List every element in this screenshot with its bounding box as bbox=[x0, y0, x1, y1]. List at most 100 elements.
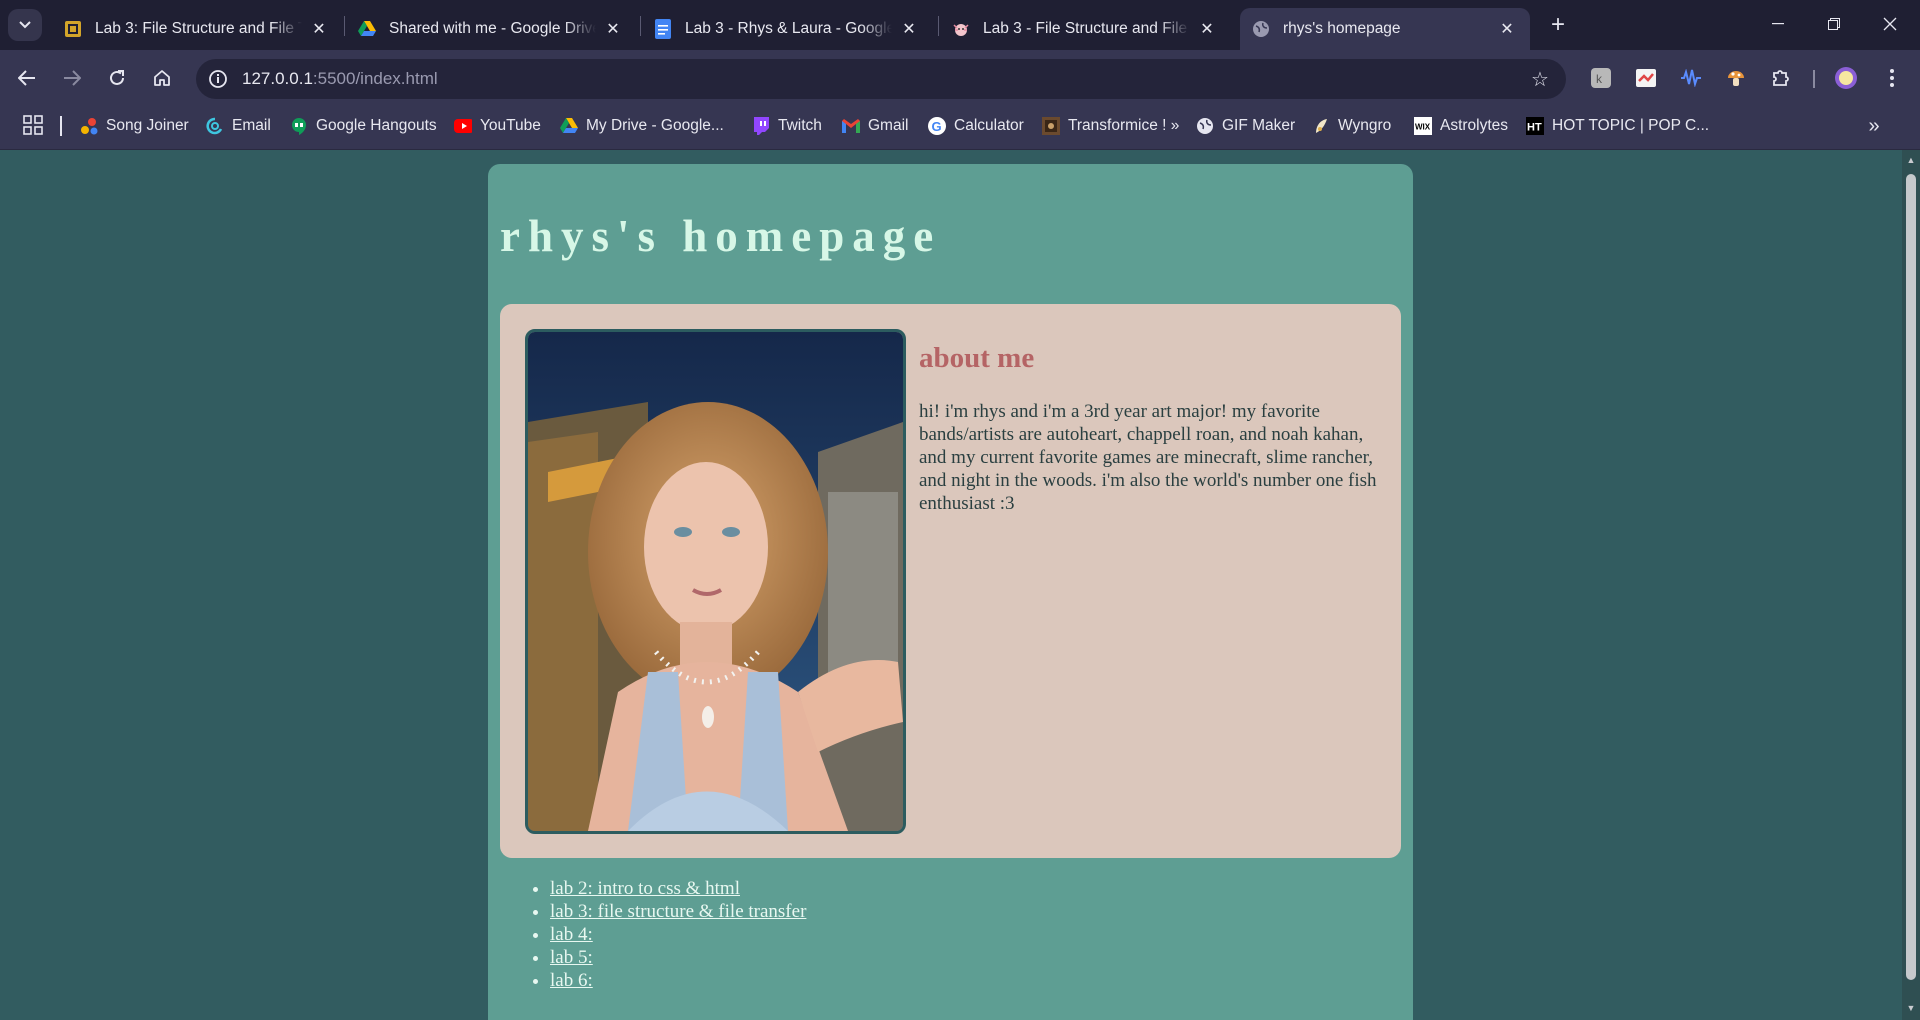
youtube-icon bbox=[454, 117, 472, 135]
mail-icon bbox=[206, 117, 224, 135]
google-drive-icon bbox=[358, 20, 376, 38]
profile-photo bbox=[525, 329, 906, 834]
wyngro-icon bbox=[1312, 117, 1330, 135]
lab-link[interactable]: lab 5: bbox=[550, 947, 593, 968]
tab-lab3-axolotl[interactable]: Lab 3 - File Structure and File Transfer… bbox=[940, 8, 1230, 50]
tab-title: Shared with me - Google Drive bbox=[389, 20, 596, 37]
url-host: 127.0.0.1 bbox=[242, 69, 313, 88]
bookmark-label: Gmail bbox=[868, 117, 909, 134]
bookmark-label: Calculator bbox=[954, 117, 1024, 134]
list-item: lab 5: bbox=[550, 946, 806, 969]
extension-video-icon[interactable] bbox=[1632, 64, 1660, 92]
wix-icon: WIX bbox=[1414, 117, 1432, 135]
page-container: rhys's homepage about me hi! i'm rhys an… bbox=[488, 164, 1413, 1020]
new-tab-button[interactable]: + bbox=[1543, 10, 1573, 40]
about-heading: about me bbox=[919, 342, 1035, 374]
hottopic-icon: HT bbox=[1526, 117, 1544, 135]
bookmark-song-joiner[interactable]: Song Joiner bbox=[80, 114, 189, 138]
back-button[interactable] bbox=[10, 61, 44, 95]
close-icon[interactable]: ✕ bbox=[1496, 18, 1518, 40]
bookmark-label: Transformice ! » bbox=[1068, 117, 1180, 134]
lab-link[interactable]: lab 4: bbox=[550, 924, 593, 945]
about-card: about me hi! i'm rhys and i'm a 3rd year… bbox=[500, 304, 1401, 858]
chevron-down-icon bbox=[19, 21, 31, 29]
bookmark-wyngro[interactable]: Wyngro bbox=[1312, 114, 1391, 138]
tab-google-drive[interactable]: Shared with me - Google Drive ✕ bbox=[346, 8, 636, 50]
tab-strip: Lab 3: File Structure and File Transfer … bbox=[0, 0, 1920, 50]
extension-audio-icon[interactable] bbox=[1677, 64, 1705, 92]
page-title: rhys's homepage bbox=[500, 211, 942, 261]
restore-button[interactable] bbox=[1806, 0, 1862, 48]
bookmark-my-drive[interactable]: My Drive - Google... bbox=[560, 114, 724, 138]
extension-mushroom-icon[interactable] bbox=[1722, 64, 1750, 92]
minimize-icon bbox=[1772, 23, 1784, 25]
vertical-scrollbar[interactable]: ▲ ▼ bbox=[1902, 150, 1920, 1020]
svg-text:k: k bbox=[1596, 72, 1603, 86]
tab-title: Lab 3: File Structure and File Transfer bbox=[95, 20, 302, 37]
url-text: 127.0.0.1:5500/index.html bbox=[242, 69, 438, 89]
url-path: :5500/index.html bbox=[312, 69, 438, 88]
bookmark-youtube[interactable]: YouTube bbox=[454, 114, 541, 138]
bookmark-email[interactable]: Email bbox=[206, 114, 271, 138]
extension-kaspersky-icon[interactable]: k bbox=[1587, 64, 1615, 92]
tab-title: Lab 3 - Rhys & Laura - Google Docs bbox=[685, 20, 892, 37]
bookmark-label: HOT TOPIC | POP C... bbox=[1552, 117, 1710, 134]
bookmark-label: Astrolytes bbox=[1440, 117, 1509, 134]
bookmark-hot-topic[interactable]: HT HOT TOPIC | POP C... bbox=[1526, 114, 1709, 138]
scroll-up-icon[interactable]: ▲ bbox=[1905, 154, 1917, 166]
bookmark-star-icon[interactable]: ☆ bbox=[1526, 65, 1554, 93]
about-text: hi! i'm rhys and i'm a 3rd year art majo… bbox=[919, 401, 1377, 514]
apps-grid-icon[interactable] bbox=[22, 114, 44, 136]
tab-rhys-homepage[interactable]: rhys's homepage ✕ bbox=[1240, 8, 1530, 50]
close-icon[interactable]: ✕ bbox=[1196, 18, 1218, 40]
twitch-icon bbox=[752, 117, 770, 135]
tab-google-docs[interactable]: Lab 3 - Rhys & Laura - Google Docs ✕ bbox=[642, 8, 932, 50]
tab-title: Lab 3 - File Structure and File Transfer bbox=[983, 20, 1190, 37]
bookmark-transformice[interactable]: Transformice ! » bbox=[1042, 114, 1179, 138]
lab-link[interactable]: lab 6: bbox=[550, 970, 593, 991]
dots-icon bbox=[80, 117, 98, 135]
bookmark-label: GIF Maker bbox=[1222, 117, 1296, 134]
google-icon: G bbox=[928, 117, 946, 135]
gmail-icon bbox=[842, 117, 860, 135]
tab-title: rhys's homepage bbox=[1283, 20, 1401, 37]
lab-link[interactable]: lab 2: intro to css & html bbox=[550, 878, 740, 899]
bookmark-label: YouTube bbox=[480, 117, 541, 134]
reload-icon bbox=[110, 70, 124, 85]
bookmark-gif-maker[interactable]: GIF Maker bbox=[1196, 114, 1295, 138]
bookmark-label: Song Joiner bbox=[106, 117, 189, 134]
bookmark-astrolytes[interactable]: WIX Astrolytes bbox=[1414, 114, 1508, 138]
extensions-puzzle-icon[interactable] bbox=[1767, 64, 1795, 92]
scrollbar-thumb[interactable] bbox=[1906, 174, 1916, 980]
close-icon[interactable]: ✕ bbox=[602, 18, 624, 40]
close-window-button[interactable] bbox=[1862, 0, 1918, 48]
site-info-icon[interactable] bbox=[204, 65, 232, 93]
tab-lab3-course[interactable]: Lab 3: File Structure and File Transfer … bbox=[52, 8, 342, 50]
scroll-down-icon[interactable]: ▼ bbox=[1905, 1002, 1917, 1014]
axolotl-icon bbox=[952, 20, 970, 38]
list-item: lab 3: file structure & file transfer bbox=[550, 900, 806, 923]
bookmark-calculator[interactable]: G Calculator bbox=[928, 114, 1024, 138]
bookmark-label: Email bbox=[232, 117, 271, 134]
close-icon bbox=[1883, 17, 1897, 31]
forward-button[interactable] bbox=[55, 61, 89, 95]
bookmark-gmail[interactable]: Gmail bbox=[842, 114, 908, 138]
reload-button[interactable] bbox=[100, 61, 134, 95]
svg-text:HT: HT bbox=[1527, 122, 1542, 134]
address-bar[interactable]: 127.0.0.1:5500/index.html ☆ bbox=[196, 59, 1566, 99]
bookmark-label: Twitch bbox=[778, 117, 822, 134]
profile-avatar[interactable] bbox=[1832, 64, 1860, 92]
page-viewport: rhys's homepage about me hi! i'm rhys an… bbox=[0, 150, 1902, 1020]
menu-kebab-icon[interactable] bbox=[1878, 64, 1906, 92]
tab-search-button[interactable] bbox=[8, 9, 42, 41]
bookmark-google-hangouts[interactable]: Google Hangouts bbox=[290, 114, 437, 138]
lab-link[interactable]: lab 3: file structure & file transfer bbox=[550, 901, 806, 922]
bookmarks-overflow-icon[interactable]: » bbox=[1862, 114, 1886, 138]
close-icon[interactable]: ✕ bbox=[308, 18, 330, 40]
minimize-button[interactable] bbox=[1750, 0, 1806, 48]
arrow-left-icon bbox=[18, 70, 35, 86]
bookmark-twitch[interactable]: Twitch bbox=[752, 114, 822, 138]
close-icon[interactable]: ✕ bbox=[898, 18, 920, 40]
home-button[interactable] bbox=[145, 61, 179, 95]
list-item: lab 6: bbox=[550, 969, 806, 992]
